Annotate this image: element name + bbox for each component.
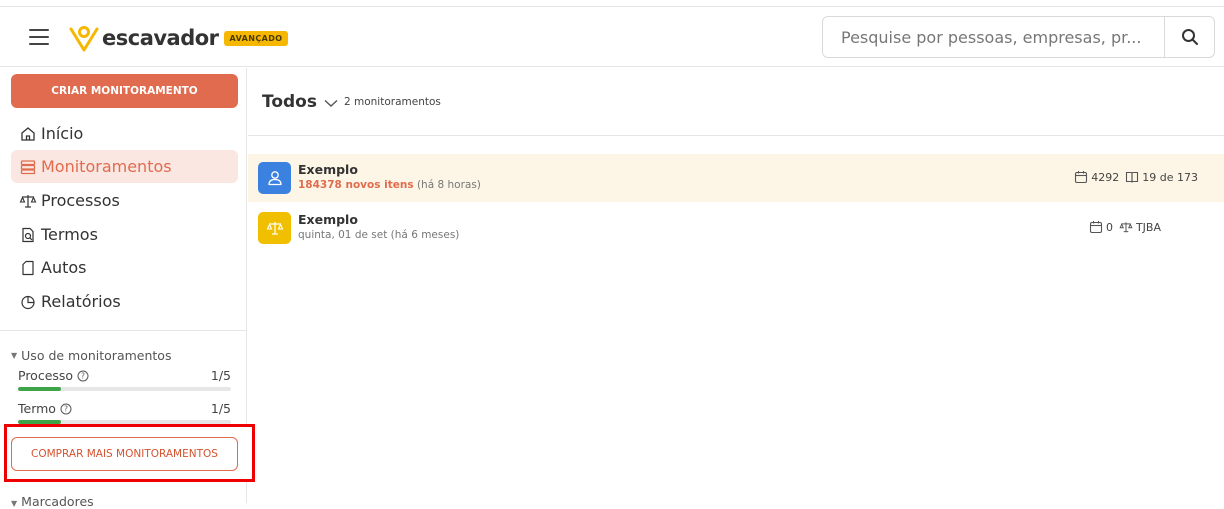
sidebar-item-monitoramentos[interactable]: Monitoramentos bbox=[11, 150, 238, 183]
sidebar-item-label: Monitoramentos bbox=[41, 157, 172, 176]
filter-dropdown[interactable]: Todos 2 monitoramentos bbox=[262, 92, 441, 112]
row-meta: 4292 19 de 173 bbox=[1068, 170, 1198, 184]
row-avatar bbox=[258, 212, 291, 244]
buy-more-monitorings-button[interactable]: COMPRAR MAIS MONITORAMENTOS bbox=[11, 437, 238, 471]
menu-icon[interactable] bbox=[29, 29, 49, 45]
top-bar: escavador AVANÇADO bbox=[0, 6, 1224, 67]
stack-icon bbox=[20, 159, 36, 174]
scales-icon bbox=[19, 194, 37, 208]
usage-label: Processo bbox=[18, 368, 74, 383]
scales-icon bbox=[266, 222, 283, 235]
logo-mark-icon bbox=[69, 26, 99, 52]
meta-value: TJBA bbox=[1135, 220, 1161, 234]
usage-title-text: Uso de monitoramentos bbox=[21, 348, 172, 363]
monitoring-count: 2 monitoramentos bbox=[343, 96, 441, 108]
row-avatar bbox=[258, 162, 291, 194]
meta-value: 0 bbox=[1105, 220, 1113, 234]
plan-badge: AVANÇADO bbox=[223, 30, 289, 46]
usage-termo: Termo ? 1/5 bbox=[18, 401, 231, 424]
document-search-icon bbox=[22, 227, 34, 242]
meta-calendar: 0 bbox=[1089, 220, 1113, 234]
sidebar: CRIAR MONITORAMENTO Início Monitoramento… bbox=[0, 68, 255, 509]
pie-chart-icon bbox=[21, 295, 35, 309]
usage-label: Termo bbox=[18, 401, 56, 416]
usage-processo: Processo ? 1/5 bbox=[18, 368, 231, 391]
chevron-down-icon bbox=[324, 99, 338, 107]
sidebar-item-processos[interactable]: Processos bbox=[11, 184, 238, 217]
list-item[interactable]: Exemplo 184378 novos itens (há 8 horas) … bbox=[248, 154, 1224, 202]
sidebar-item-inicio[interactable]: Início bbox=[11, 117, 238, 150]
usage-progress-fill bbox=[18, 387, 61, 391]
logo[interactable]: escavador AVANÇADO bbox=[68, 21, 289, 55]
sidebar-item-label: Processos bbox=[41, 191, 120, 210]
calendar-icon bbox=[1075, 171, 1088, 184]
meta-calendar: 4292 bbox=[1074, 170, 1119, 184]
sidebar-item-label: Termos bbox=[41, 225, 98, 244]
logo-text: escavador bbox=[102, 26, 219, 50]
list-item[interactable]: Exemplo quinta, 01 de set (há 6 meses) 0… bbox=[248, 204, 1224, 252]
row-time: (há 8 horas) bbox=[416, 179, 481, 191]
search-input[interactable] bbox=[823, 17, 1164, 57]
caret-down-icon: ▼ bbox=[11, 499, 18, 508]
help-icon[interactable]: ? bbox=[60, 403, 72, 415]
sidebar-item-autos[interactable]: Autos bbox=[11, 251, 238, 284]
meta-value: 19 de 173 bbox=[1142, 170, 1198, 184]
sidebar-divider bbox=[0, 330, 247, 331]
meta-court: TJBA bbox=[1119, 220, 1161, 234]
usage-count: 1/5 bbox=[210, 401, 231, 416]
svg-text:?: ? bbox=[64, 404, 68, 413]
file-icon bbox=[22, 260, 34, 275]
sidebar-item-termos[interactable]: Termos bbox=[11, 218, 238, 251]
row-subtitle: 184378 novos itens (há 8 horas) bbox=[298, 179, 481, 191]
row-meta: 0 TJBA bbox=[1083, 220, 1161, 234]
search-box bbox=[822, 16, 1215, 58]
caret-down-icon: ▼ bbox=[11, 351, 18, 360]
row-title: Exemplo bbox=[298, 212, 358, 227]
create-monitoring-button[interactable]: CRIAR MONITORAMENTO bbox=[11, 74, 238, 108]
main-header: Todos 2 monitoramentos bbox=[248, 68, 1224, 136]
filter-label: Todos bbox=[262, 92, 317, 112]
main-content: Todos 2 monitoramentos Exemplo 184378 no… bbox=[248, 68, 1224, 503]
usage-count: 1/5 bbox=[210, 368, 231, 383]
row-subtitle: quinta, 01 de set (há 6 meses) bbox=[298, 229, 460, 241]
row-title: Exemplo bbox=[298, 162, 358, 177]
meta-value: 4292 bbox=[1091, 170, 1120, 184]
search-icon bbox=[1181, 29, 1198, 45]
sidebar-item-relatorios[interactable]: Relatórios bbox=[11, 285, 238, 318]
sidebar-item-label: Autos bbox=[41, 258, 87, 277]
search-button[interactable] bbox=[1164, 17, 1214, 57]
scales-icon bbox=[1119, 222, 1133, 233]
calendar-icon bbox=[1089, 221, 1103, 234]
sidebar-item-label: Relatórios bbox=[41, 292, 121, 311]
usage-progress-bar bbox=[18, 387, 231, 391]
new-items-count: 184378 novos itens bbox=[298, 179, 414, 191]
sidebar-item-label: Início bbox=[41, 124, 84, 143]
person-icon bbox=[267, 171, 282, 186]
markers-section-title[interactable]: ▼ Marcadores bbox=[11, 494, 94, 509]
usage-section-title[interactable]: ▼ Uso de monitoramentos bbox=[11, 348, 171, 363]
markers-title-text: Marcadores bbox=[21, 494, 94, 509]
meta-pages: 19 de 173 bbox=[1125, 170, 1198, 184]
book-icon bbox=[1126, 171, 1139, 183]
help-icon[interactable]: ? bbox=[77, 370, 89, 382]
svg-text:?: ? bbox=[81, 371, 85, 380]
home-icon bbox=[21, 126, 35, 141]
